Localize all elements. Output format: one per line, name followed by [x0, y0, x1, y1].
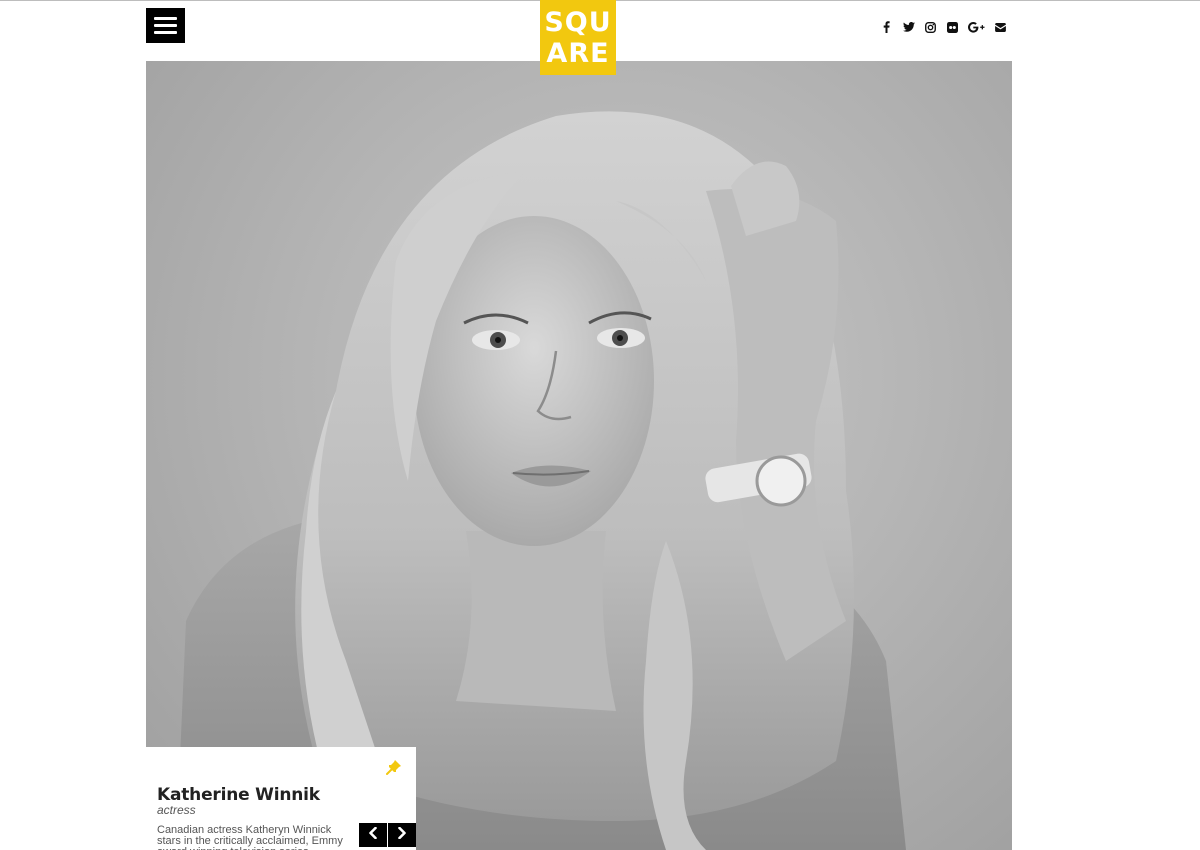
- instagram-icon[interactable]: [924, 18, 937, 36]
- logo[interactable]: SQU ARE: [540, 0, 616, 75]
- facebook-icon[interactable]: [880, 18, 893, 36]
- google-plus-icon[interactable]: [968, 18, 985, 36]
- person-description: Canadian actress Katheryn Winnick stars …: [157, 824, 343, 850]
- person-role: actress: [157, 803, 196, 817]
- header: SQU ARE: [0, 0, 1200, 75]
- previous-button[interactable]: [359, 823, 387, 847]
- chevron-right-icon: [397, 826, 407, 844]
- next-button[interactable]: [388, 823, 416, 847]
- social-links: [880, 18, 1007, 36]
- logo-line-1: SQU: [544, 6, 612, 38]
- flickr-icon[interactable]: [946, 18, 959, 36]
- hero-image: [146, 61, 1012, 850]
- chevron-left-icon: [368, 826, 378, 844]
- twitter-icon[interactable]: [902, 18, 915, 36]
- pin-icon[interactable]: [386, 759, 402, 775]
- logo-line-2: ARE: [546, 37, 610, 69]
- envelope-icon[interactable]: [994, 18, 1007, 36]
- menu-button[interactable]: [146, 8, 185, 43]
- person-name: Katherine Winnik: [157, 785, 320, 805]
